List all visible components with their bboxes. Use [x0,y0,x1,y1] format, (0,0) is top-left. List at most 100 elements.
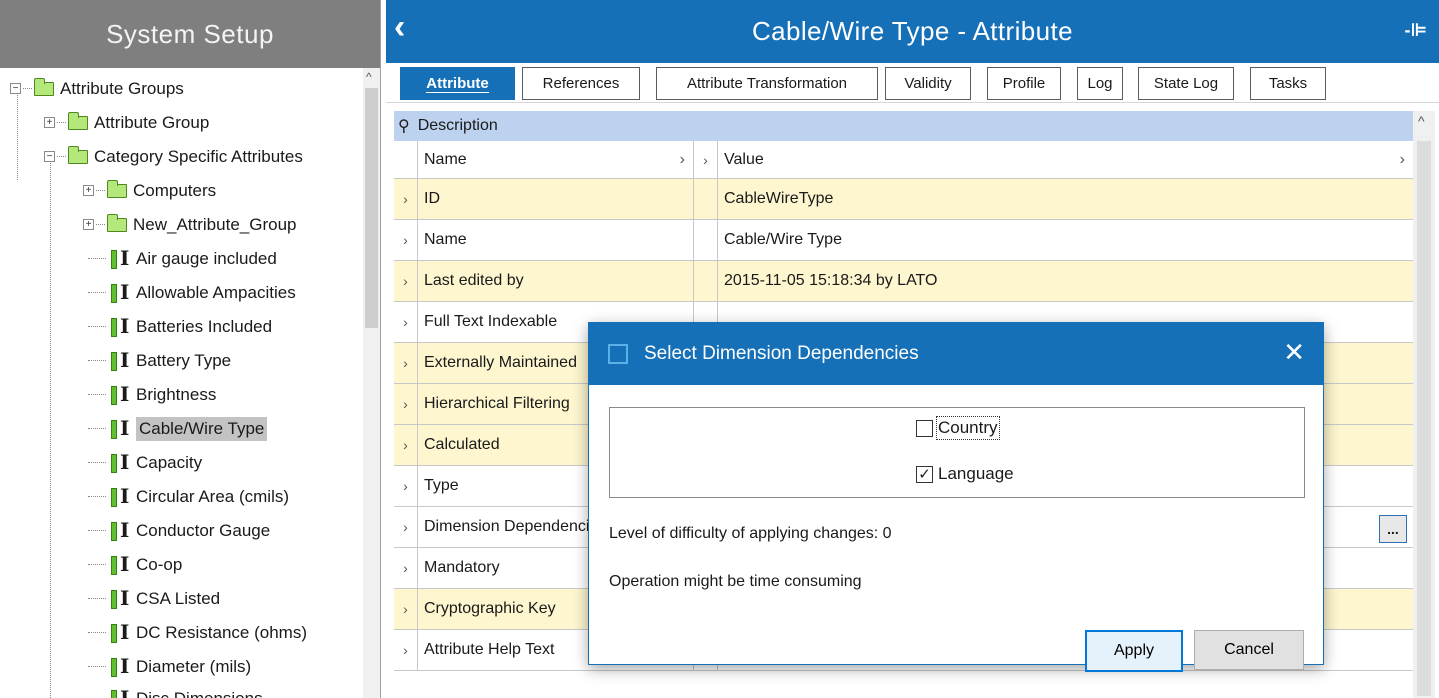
close-icon[interactable]: ✕ [1283,337,1305,368]
scroll-up-icon[interactable]: ^ [1418,113,1425,129]
chevron-right-icon: › [394,384,418,424]
tree-item-attribute[interactable]: I Disc Dimensions [88,682,263,698]
tab-references[interactable]: References [522,67,640,100]
attribute-icon: I [108,620,130,644]
tab-tasks[interactable]: Tasks [1250,67,1326,100]
attribute-icon: I [108,382,130,406]
back-icon[interactable]: ‹ [394,8,405,47]
chevron-right-icon: › [694,141,718,178]
scroll-thumb[interactable] [365,88,378,328]
property-value[interactable]: 2015-11-05 15:18:34 by LATO [718,261,1413,301]
tab-attribute[interactable]: Attribute [400,67,515,100]
difficulty-text: Level of difficulty of applying changes:… [609,525,892,542]
browse-button[interactable]: ... [1379,515,1407,543]
column-label: Value [724,150,764,168]
apply-button[interactable]: Apply [1085,630,1183,672]
tree-item-attribute[interactable]: I DC Resistance (ohms) [88,616,307,649]
tab-label: Validity [904,75,952,92]
folder-icon [34,77,54,96]
table-row[interactable]: › Name Cable/Wire Type [394,220,1413,261]
collapse-icon[interactable]: − [44,151,55,162]
tree-label: Attribute Groups [60,78,184,98]
language-checkbox[interactable]: ✓ Language [916,464,1014,484]
checkbox-label: Language [938,464,1014,483]
chevron-right-icon: › [394,507,418,547]
tree-item-attribute[interactable]: I Capacity [88,446,202,479]
tree-item-attribute-selected[interactable]: I Cable/Wire Type [88,412,268,445]
tab-state-log[interactable]: State Log [1138,67,1234,100]
tree-label: Computers [133,180,217,200]
collapse-icon[interactable]: − [10,83,21,94]
chevron-right-icon: › [394,630,418,670]
tree-item-attribute[interactable]: I Allowable Ampacities [88,276,296,309]
tree-item-category-specific-attributes[interactable]: − Category Specific Attributes [44,140,303,173]
tree-item-attribute[interactable]: I Co-op [88,548,182,581]
table-row[interactable]: › Last edited by 2015-11-05 15:18:34 by LA… [394,261,1413,302]
attribute-icon: I [108,416,130,440]
tree-item-computers[interactable]: + Computers [83,174,216,207]
tree-label: Capacity [136,452,203,472]
chevron-right-icon: › [394,589,418,629]
attribute-icon: I [108,552,130,576]
tab-label: Attribute [426,74,489,93]
tree-item-attribute-group[interactable]: + Attribute Group [44,106,209,139]
dialog-title: Select Dimension Dependencies [644,343,919,364]
chevron-right-icon: › [394,548,418,588]
attribute-tree: − Attribute Groups + Attribute Group − C… [0,68,380,698]
tab-label: Log [1087,75,1113,92]
dimension-options-box: Country ✓ Language [609,407,1305,498]
name-column-header[interactable]: Name › [418,141,694,178]
cancel-button[interactable]: Cancel [1194,630,1304,670]
property-value[interactable]: CableWireType [718,179,1413,219]
tree-label: Conductor Gauge [136,520,271,540]
tree-scrollbar[interactable]: ^ [363,68,380,698]
expand-icon[interactable]: + [44,117,55,128]
property-name: Last edited by [418,261,694,301]
tree-item-new-attribute-group[interactable]: + New_Attribute_Group [83,208,296,241]
tree-item-attribute[interactable]: I Conductor Gauge [88,514,270,547]
scroll-thumb[interactable] [1417,141,1431,696]
tab-attribute-transformation[interactable]: Attribute Transformation [656,67,878,100]
tree-item-attribute[interactable]: I Batteries Included [88,310,272,343]
chevron-right-icon: › [394,466,418,506]
tab-profile[interactable]: Profile [987,67,1061,100]
tab-bar: Attribute References Attribute Transform… [386,63,1439,103]
tab-label: State Log [1153,75,1219,92]
checkbox-unchecked-icon[interactable] [916,419,933,437]
expand-icon[interactable]: + [83,185,94,196]
tree-item-attribute[interactable]: I CSA Listed [88,582,220,615]
column-label: Name [424,150,467,168]
property-name: Name [418,220,694,260]
scroll-up-icon[interactable]: ^ [366,70,372,84]
tab-log[interactable]: Log [1077,67,1123,100]
tree-label: New_Attribute_Group [133,214,297,234]
tree-label: Disc Dimensions [136,688,263,698]
chevron-right-icon: › [394,179,418,219]
country-checkbox[interactable]: Country [916,416,1000,440]
checkbox-label: Country [936,416,1000,440]
checkbox-checked-icon[interactable]: ✓ [916,465,933,483]
property-value[interactable]: Cable/Wire Type [718,220,1413,260]
folder-icon [68,111,88,130]
column-header: Name › › Value › [394,141,1413,179]
attribute-icon: I [108,586,130,610]
tree-label: CSA Listed [136,588,221,608]
pin-icon[interactable]: -⊫ [1405,20,1427,41]
expand-icon[interactable]: + [83,219,94,230]
tree-item-attribute[interactable]: I Battery Type [88,344,231,377]
tree-item-attribute[interactable]: I Diameter (mils) [88,650,251,683]
tree-item-attribute[interactable]: I Air gauge included [88,242,277,275]
folder-icon [107,179,127,198]
tab-validity[interactable]: Validity [885,67,971,100]
tree-label: Diameter (mils) [136,656,252,676]
tree-item-attribute[interactable]: I Brightness [88,378,216,411]
tree-item-attribute-groups[interactable]: − Attribute Groups [10,72,184,105]
tree-label: Cable/Wire Type [136,416,268,441]
tab-label: Attribute Transformation [686,75,848,92]
tree-item-attribute[interactable]: I Circular Area (cmils) [88,480,289,513]
chevron-right-icon: › [394,261,418,301]
grid-scrollbar[interactable]: ^ [1413,111,1435,698]
section-header[interactable]: ⚲ Description [394,111,1413,141]
value-column-header[interactable]: Value › [718,141,1413,178]
table-row[interactable]: › ID CableWireType [394,179,1413,220]
